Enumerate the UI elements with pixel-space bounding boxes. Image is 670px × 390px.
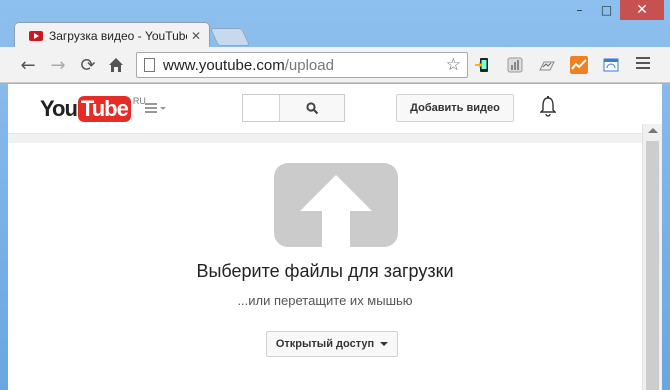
upload-arrow-icon[interactable]	[274, 163, 398, 247]
browser-window: – □ ✕ Загрузка видео - YouTube ✕ ← → ⟳ w…	[0, 0, 670, 390]
extension-window-icon[interactable]	[602, 56, 620, 74]
extension-analytics-icon[interactable]	[538, 56, 556, 74]
youtube-favicon-icon	[29, 30, 43, 41]
new-tab-button[interactable]	[209, 28, 251, 46]
bookmark-star-icon[interactable]: ☆	[446, 55, 461, 75]
web-page: You Tube RU Добавить видео Выберите файл…	[8, 84, 662, 390]
browser-toolbar: ← → ⟳ www.youtube.com/upload ☆	[0, 47, 670, 83]
youtube-logo[interactable]: You Tube RU	[40, 96, 146, 122]
logo-you-text: You	[40, 96, 78, 121]
maximize-icon[interactable]: □	[593, 0, 620, 20]
tab-close-icon[interactable]: ✕	[191, 29, 201, 43]
minimize-icon[interactable]: –	[566, 0, 593, 20]
browser-tab[interactable]: Загрузка видео - YouTube ✕	[14, 22, 210, 48]
caret-down-icon	[380, 342, 389, 346]
close-window-icon[interactable]: ✕	[620, 0, 664, 20]
arrow-left-icon: ←	[20, 54, 36, 76]
search-icon	[305, 101, 318, 114]
privacy-dropdown[interactable]: Открытый доступ	[266, 331, 398, 357]
page-icon	[144, 58, 155, 72]
address-bar[interactable]: www.youtube.com/upload ☆	[136, 52, 468, 78]
page-scrollbar[interactable]	[642, 124, 662, 390]
guide-strip	[8, 134, 642, 143]
logo-tube-text: Tube	[77, 96, 131, 122]
url-text: www.youtube.com/upload	[163, 56, 334, 74]
extension-trend-icon[interactable]	[570, 56, 588, 74]
window-controls: – □ ✕	[566, 0, 664, 22]
home-button[interactable]	[104, 53, 128, 77]
upload-area[interactable]: Выберите файлы для загрузки ...или перет…	[8, 143, 642, 390]
search-input[interactable]	[243, 95, 280, 121]
guide-menu-icon[interactable]	[145, 103, 166, 115]
back-button[interactable]: ←	[16, 53, 40, 77]
reload-button[interactable]: ⟳	[76, 53, 100, 77]
upload-video-button[interactable]: Добавить видео	[396, 94, 514, 122]
youtube-masthead: You Tube RU Добавить видео	[8, 84, 662, 134]
upload-heading: Выберите файлы для загрузки	[196, 261, 454, 281]
scrollbar-thumb[interactable]	[646, 141, 659, 390]
extension-phone-icon[interactable]	[474, 56, 492, 74]
search-button[interactable]	[280, 95, 344, 121]
scroll-up-icon[interactable]	[647, 128, 658, 133]
browser-menu-icon[interactable]	[636, 57, 650, 72]
notifications-bell-icon[interactable]	[540, 96, 556, 118]
tab-title: Загрузка видео - YouTube	[49, 28, 187, 43]
upload-subheading: ...или перетащите их мышью	[237, 293, 413, 308]
logo-region-text: RU	[132, 96, 146, 106]
reload-icon: ⟳	[80, 54, 96, 76]
privacy-label: Открытый доступ	[275, 338, 375, 350]
search-box	[242, 94, 345, 122]
extension-chart-icon[interactable]	[506, 56, 524, 74]
arrow-right-icon: →	[50, 54, 66, 76]
home-icon	[109, 58, 123, 72]
forward-button[interactable]: →	[46, 53, 70, 77]
